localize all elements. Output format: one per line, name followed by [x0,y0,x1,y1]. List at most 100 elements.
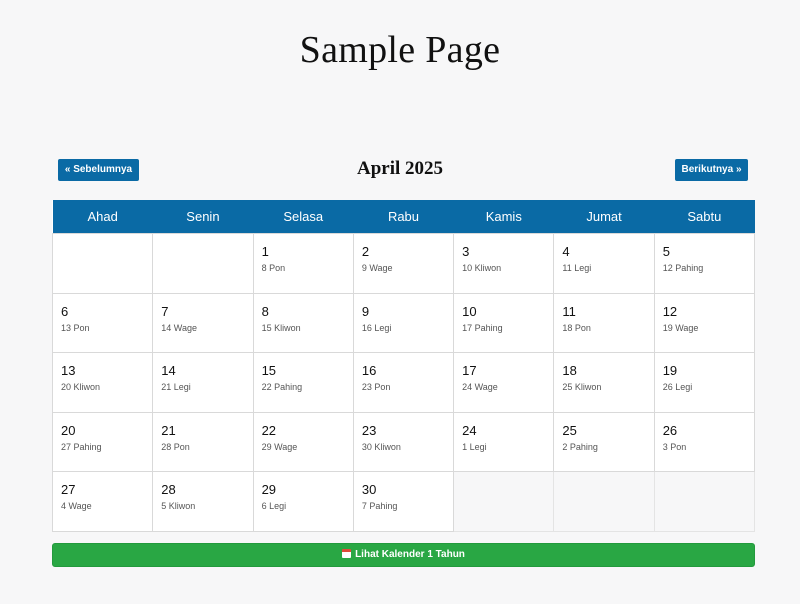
page-title: Sample Page [299,29,501,71]
calendar-day-cell[interactable]: 10 17 Pahing [453,292,555,354]
weekday-header: Rabu [353,200,454,234]
calendar-day-cell[interactable]: 20 27 Pahing [51,411,154,473]
day-number: 13 [61,363,76,379]
calendar-week-row: 20 27 Pahing 21 28 Pon 22 29 Wage 23 30 Kliwon 2… [51,411,756,473]
day-number: 22 [261,422,277,438]
day-pasaran-label: 4 Wage [61,501,92,512]
day-number: 18 [562,363,577,379]
calendar-day-cell[interactable]: 23 30 Kliwon [352,411,455,473]
day-number: 8 [261,303,269,319]
day-pasaran-label: 8 Pon [261,263,286,273]
calendar-day-cell[interactable]: 9 16 Legi [352,292,455,354]
calendar-week-row: 27 4 Wage 28 5 Kliwon 29 6 Legi 30 7 Pahing [51,471,756,532]
day-number: 7 [161,303,169,319]
day-pasaran-label: 3 Pon [662,441,687,452]
calendar-day-cell[interactable]: 8 15 Kliwon [252,292,354,354]
calendar-empty-cell [553,471,655,532]
calendar-day-cell[interactable]: 27 4 Wage [51,471,154,532]
day-number: 6 [61,303,69,319]
day-number: 24 [462,422,477,438]
calendar-day-cell[interactable]: 7 14 Wage [152,292,254,354]
day-number: 20 [61,422,76,438]
calendar-day-cell[interactable]: 28 5 Kliwon [152,471,254,532]
weekday-header: Selasa [253,200,354,234]
day-pasaran-label: 12 Pahing [662,263,704,273]
day-number: 25 [562,422,577,438]
calendar-day-cell[interactable]: 29 6 Legi [252,471,354,532]
calendar-empty-cell [51,233,154,294]
calendar-day-cell[interactable]: 24 1 Legi [453,411,555,473]
calendar-empty-cell [653,471,756,532]
day-number: 16 [361,363,377,379]
calendar-day-cell[interactable]: 22 29 Wage [252,411,354,473]
day-number: 28 [161,482,176,498]
calendar-day-cell[interactable]: 5 12 Pahing [653,233,756,294]
day-pasaran-label: 9 Wage [361,263,393,273]
day-pasaran-label: 19 Wage [662,322,699,333]
weekday-header: Sabtu [654,200,755,234]
calendar-grid: Ahad Senin Selasa Rabu Kamis Jumat Sabtu… [51,200,756,532]
day-pasaran-label: 28 Pon [161,441,190,452]
day-pasaran-label: 16 Legi [361,322,392,333]
day-pasaran-label: 13 Pon [61,322,90,333]
day-number: 12 [662,303,678,319]
day-number: 23 [361,422,377,438]
view-full-year-label: Lihat Kalender 1 Tahun [355,549,465,560]
day-number: 14 [161,363,176,379]
calendar-week-row: 1 8 Pon 2 9 Wage 3 10 Kliwon 4 11 Legi 5 12 Pahin… [51,233,756,294]
calendar-day-cell[interactable]: 14 21 Legi [152,352,254,413]
day-number: 9 [361,303,370,319]
day-number: 3 [462,244,470,259]
calendar-day-cell[interactable]: 26 3 Pon [653,411,756,473]
calendar-day-cell[interactable]: 30 7 Pahing [352,471,455,532]
day-pasaran-label: 7 Pahing [361,501,398,512]
day-number: 15 [261,363,277,379]
calendar-day-cell[interactable]: 6 13 Pon [51,292,154,354]
calendar-day-cell[interactable]: 17 24 Wage [453,352,555,413]
calendar-icon [342,549,352,558]
view-full-year-button[interactable]: Lihat Kalender 1 Tahun [52,543,755,567]
day-number: 4 [562,244,570,259]
calendar-day-cell[interactable]: 12 19 Wage [653,292,756,354]
day-number: 1 [261,244,269,259]
day-pasaran-label: 15 Kliwon [261,322,301,333]
weekday-header-row: Ahad Senin Selasa Rabu Kamis Jumat Sabtu [52,200,755,234]
calendar-week-row: 6 13 Pon 7 14 Wage 8 15 Kliwon 9 16 Legi 10 17 Pa… [51,292,756,354]
calendar-day-cell[interactable]: 3 10 Kliwon [453,233,555,294]
calendar-day-cell[interactable]: 16 23 Pon [352,352,455,413]
day-pasaran-label: 1 Legi [462,441,487,452]
day-number: 2 [361,244,370,259]
calendar-day-cell[interactable]: 1 8 Pon [252,233,354,294]
day-number: 27 [61,482,76,498]
next-month-button[interactable]: Berikutnya » [675,159,748,181]
calendar-day-cell[interactable]: 13 20 Kliwon [51,352,154,413]
calendar-day-cell[interactable]: 2 9 Wage [352,233,455,294]
calendar-day-cell[interactable]: 11 18 Pon [553,292,655,354]
calendar-day-cell[interactable]: 19 26 Legi [653,352,756,413]
day-pasaran-label: 6 Legi [261,501,287,512]
weekday-header: Ahad [52,200,153,234]
weekday-header: Senin [152,200,254,234]
day-pasaran-label: 22 Pahing [261,382,303,393]
calendar-day-cell[interactable]: 4 11 Legi [553,233,655,294]
day-number: 19 [662,363,678,379]
calendar-day-cell[interactable]: 25 2 Pahing [553,411,655,473]
day-pasaran-label: 20 Kliwon [61,382,101,393]
day-pasaran-label: 11 Legi [562,263,592,273]
calendar-empty-cell [152,233,254,294]
day-number: 26 [662,422,678,438]
day-pasaran-label: 26 Legi [662,382,693,393]
calendar-day-cell[interactable]: 21 28 Pon [152,411,254,473]
day-pasaran-label: 2 Pahing [562,441,598,452]
day-pasaran-label: 5 Kliwon [161,501,196,512]
calendar-day-cell[interactable]: 18 25 Kliwon [553,352,655,413]
day-number: 5 [662,244,670,259]
day-pasaran-label: 24 Wage [462,382,498,393]
weekday-header: Kamis [453,200,554,234]
day-pasaran-label: 14 Wage [161,322,197,333]
day-pasaran-label: 23 Pon [361,382,391,393]
day-pasaran-label: 18 Pon [562,322,591,333]
calendar-day-cell[interactable]: 15 22 Pahing [252,352,354,413]
calendar-empty-cell [453,471,555,532]
day-pasaran-label: 21 Legi [161,382,191,393]
